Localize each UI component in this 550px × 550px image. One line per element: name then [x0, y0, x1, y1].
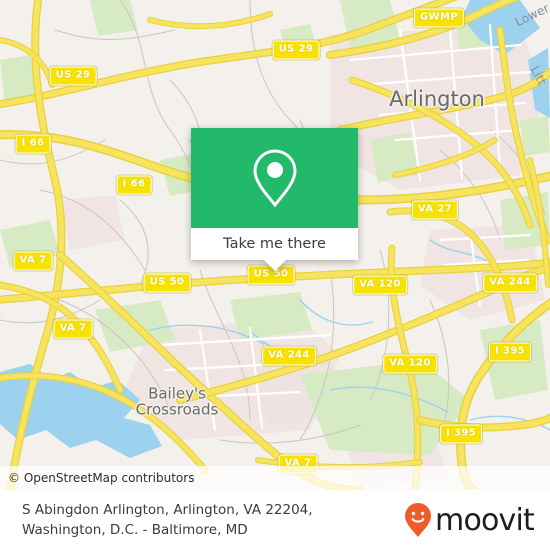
map-canvas[interactable]: .rd-mj-c { stroke:#e6d23f; fill:none; st…: [0, 0, 550, 490]
road-shield-va7-b[interactable]: VA 7: [53, 319, 93, 339]
map-pin-icon: [252, 149, 297, 208]
footer-bar: S Abingdon Arlington, Arlington, VA 2220…: [0, 490, 550, 550]
moovit-logo[interactable]: moovit: [405, 503, 550, 538]
road-shield-gwmp[interactable]: GWMP: [413, 8, 465, 28]
road-shield-i395-b[interactable]: I 395: [439, 424, 483, 444]
road-shield-i395-a[interactable]: I 395: [488, 342, 532, 362]
map-popup-card[interactable]: Take me there: [191, 128, 358, 271]
road-shield-va244-a[interactable]: VA 244: [483, 273, 537, 293]
road-shield-i66-b[interactable]: I 66: [116, 175, 152, 195]
attribution-text[interactable]: © OpenStreetMap contributors: [0, 471, 194, 485]
popup-pointer-triangle: [263, 260, 286, 271]
footer-caption: S Abingdon Arlington, Arlington, VA 2220…: [0, 500, 313, 540]
map-screenshot: .rd-mj-c { stroke:#e6d23f; fill:none; st…: [0, 0, 550, 550]
footer-caption-line2: Washington, D.C. - Baltimore, MD: [22, 522, 248, 538]
moovit-wordmark: moovit: [435, 502, 535, 538]
road-shield-va27[interactable]: VA 27: [411, 200, 459, 220]
popup-action-bar[interactable]: Take me there: [191, 228, 358, 260]
place-label-crossroads: Crossroads: [135, 400, 219, 419]
moovit-pin-icon: [405, 503, 432, 537]
take-me-there-button[interactable]: Take me there: [223, 236, 326, 252]
road-shield-us29-a[interactable]: US 29: [272, 40, 320, 60]
road-shield-us29-b[interactable]: US 29: [49, 66, 97, 86]
road-shield-va244-b[interactable]: VA 244: [262, 346, 316, 366]
road-shield-va7-a[interactable]: VA 7: [13, 251, 53, 271]
road-shield-va120-a[interactable]: VA 120: [353, 275, 407, 295]
road-shield-us50-a[interactable]: US 50: [143, 273, 191, 293]
popup-image-panel: [191, 128, 358, 228]
road-shield-i66-a[interactable]: I 66: [15, 134, 51, 154]
map-attribution-bar: © OpenStreetMap contributors: [0, 466, 550, 490]
place-label-arlington: Arlington: [389, 87, 485, 111]
road-shield-va120-b[interactable]: VA 120: [383, 354, 437, 374]
footer-caption-line1: S Abingdon Arlington, Arlington, VA 2220…: [22, 502, 313, 518]
